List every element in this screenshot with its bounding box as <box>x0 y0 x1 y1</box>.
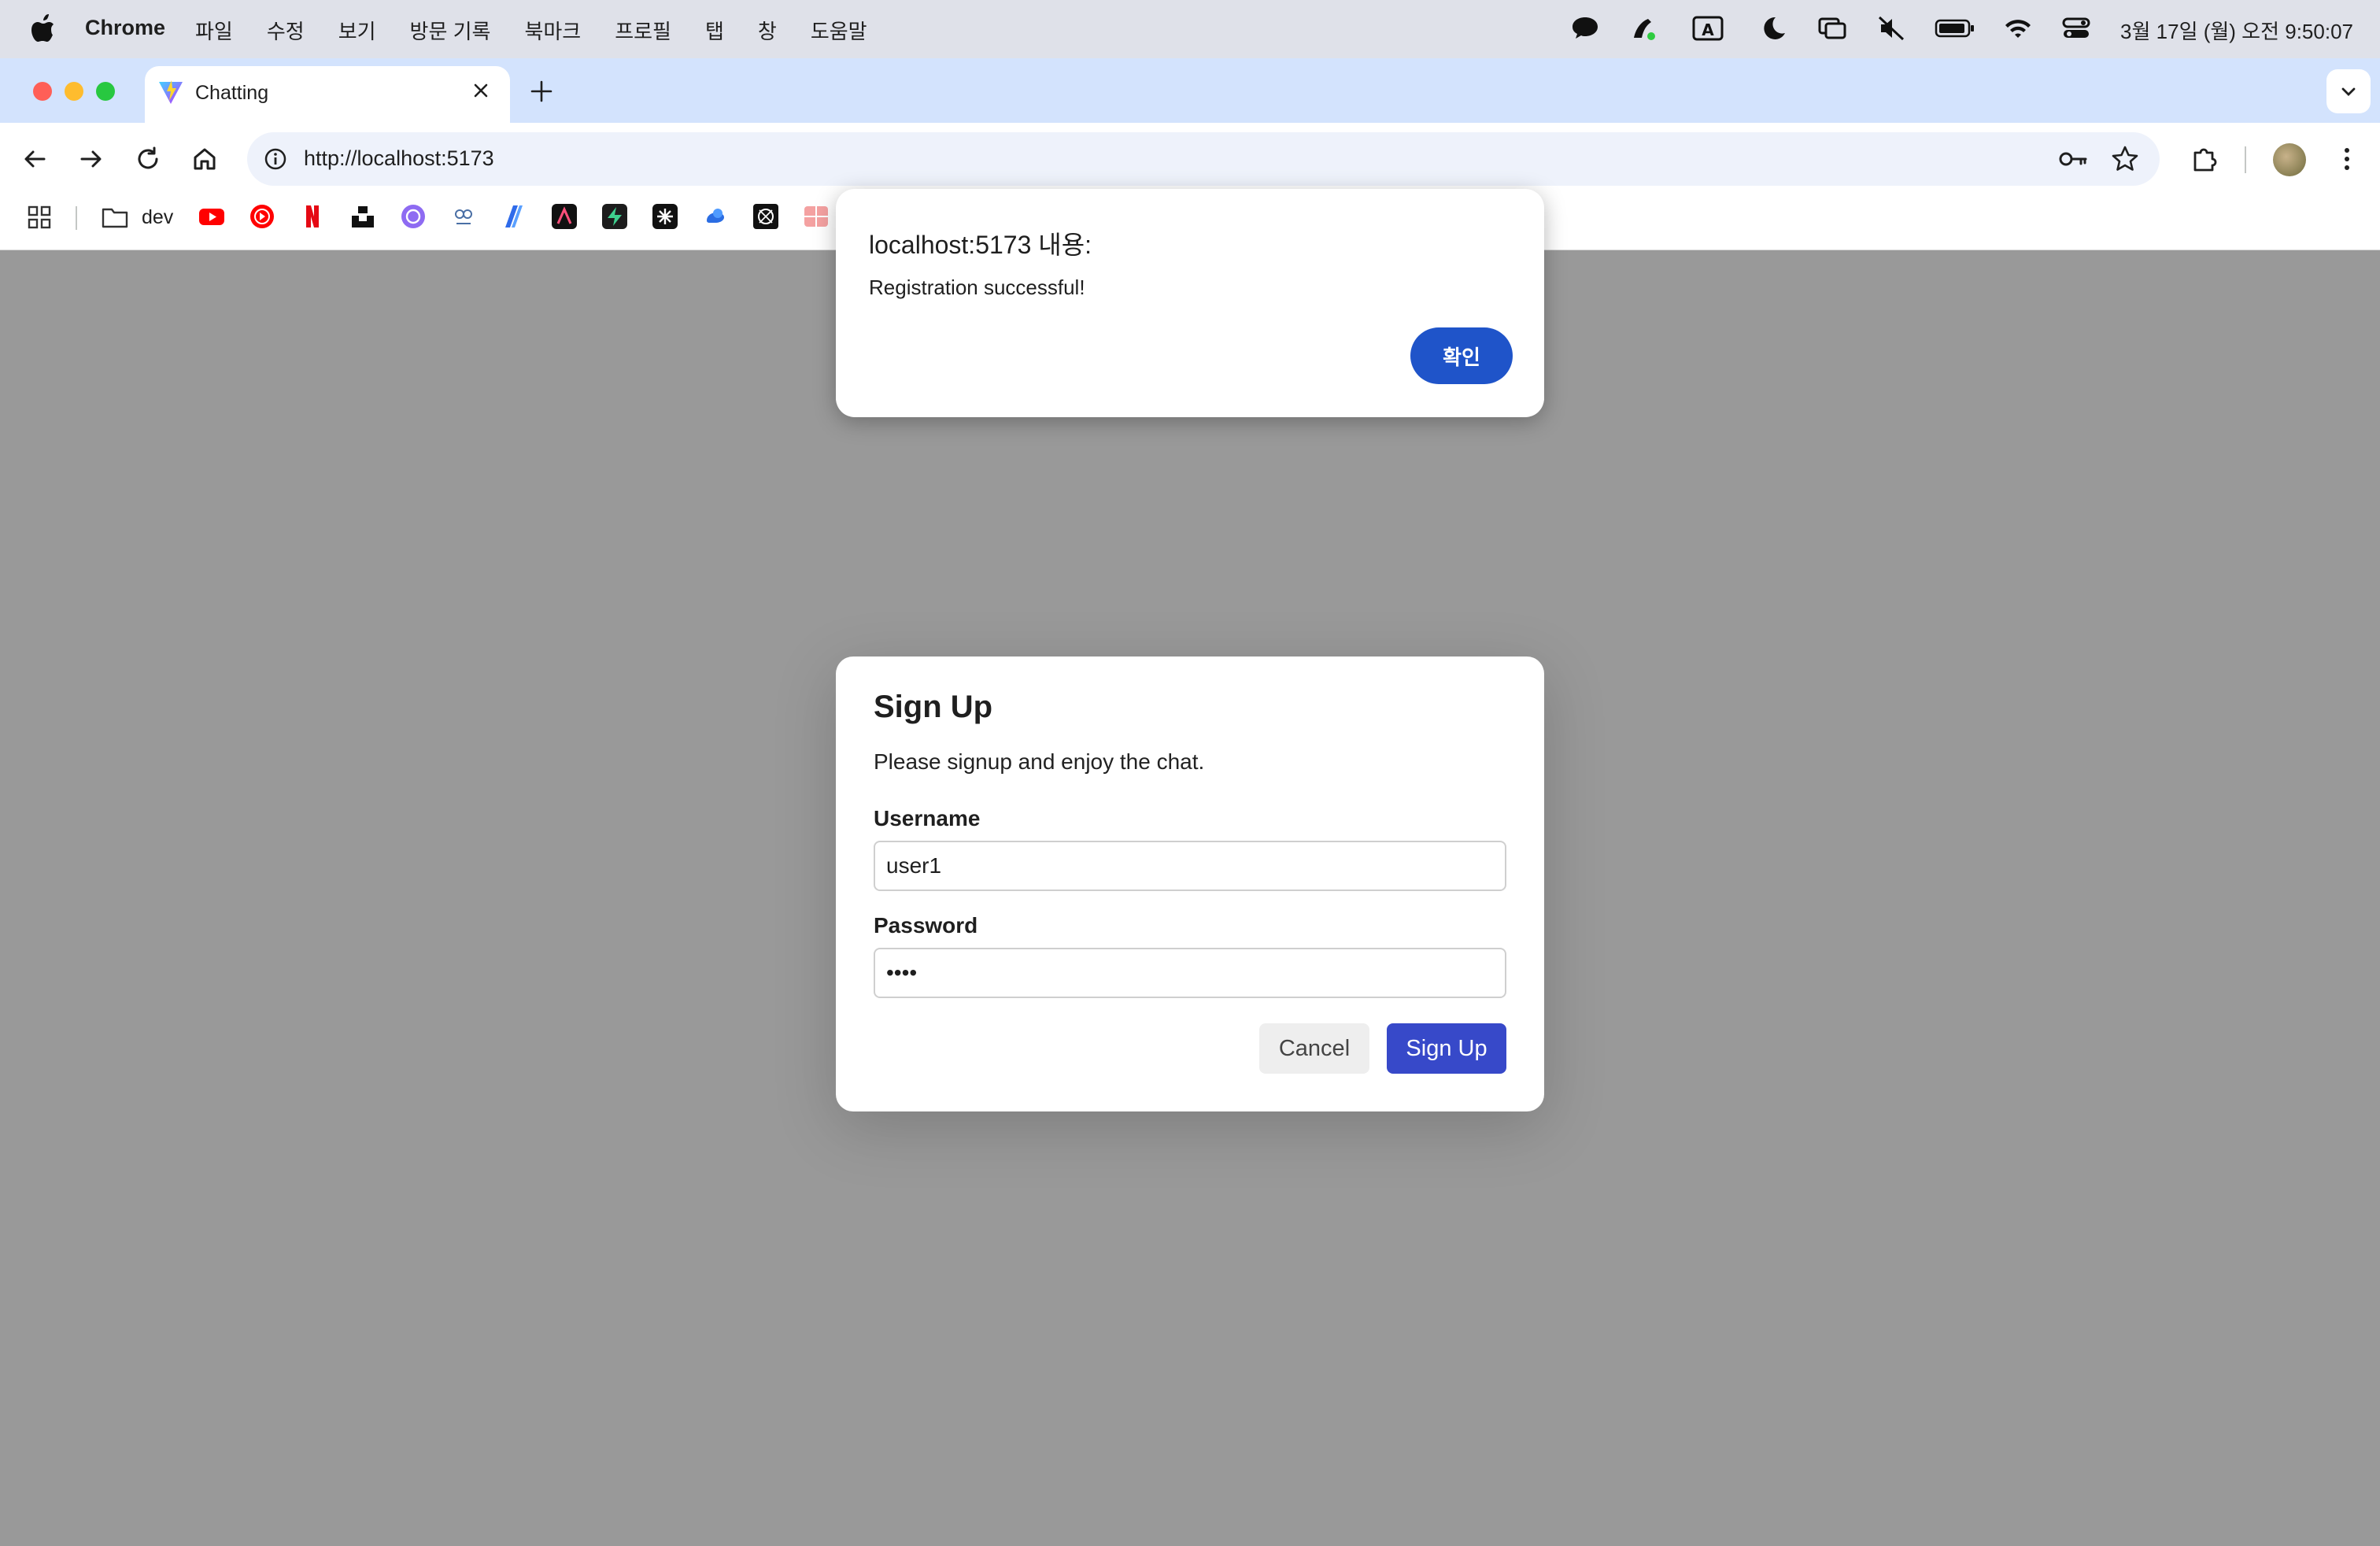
password-key-icon[interactable] <box>2057 145 2089 173</box>
grid-icon[interactable] <box>803 203 830 230</box>
cancel-button[interactable]: Cancel <box>1259 1023 1369 1074</box>
menu-bookmarks[interactable]: 북마크 <box>524 16 581 45</box>
chatgpt-icon[interactable] <box>400 203 427 230</box>
window-close-button[interactable] <box>33 82 52 101</box>
menu-edit[interactable]: 수정 <box>267 16 305 45</box>
window-minimize-button[interactable] <box>65 82 83 101</box>
profile-avatar[interactable] <box>2273 143 2306 176</box>
password-input[interactable] <box>874 948 1506 998</box>
app-menu-chrome[interactable]: Chrome <box>85 16 165 40</box>
username-input[interactable] <box>874 841 1506 891</box>
home-icon[interactable] <box>189 143 220 175</box>
signup-title: Sign Up <box>874 690 993 724</box>
arc-icon[interactable] <box>551 203 578 230</box>
folder-icon[interactable] <box>101 205 129 230</box>
tab-chatting[interactable]: Chatting <box>145 66 510 123</box>
more-menu-icon[interactable] <box>2331 143 2363 175</box>
signup-submit-button[interactable]: Sign Up <box>1387 1023 1506 1074</box>
mute-icon[interactable] <box>1876 14 1908 43</box>
input-source-icon[interactable]: A <box>1692 14 1724 43</box>
alert-title: localhost:5173 내용: <box>869 231 1092 259</box>
youtube-icon[interactable] <box>198 203 225 230</box>
control-center-icon[interactable] <box>2060 14 2092 43</box>
wifi-icon[interactable] <box>2002 14 2034 43</box>
macos-menu-bar: Chrome 파일 수정 보기 방문 기록 북마크 프로필 탭 창 도움말 A … <box>0 0 2380 58</box>
bookmark-folder-dev[interactable]: dev <box>142 206 173 229</box>
back-arrow-icon[interactable] <box>19 143 50 175</box>
youtube-music-icon[interactable] <box>249 203 275 230</box>
menu-list: 파일 수정 보기 방문 기록 북마크 프로필 탭 창 도움말 <box>195 16 901 45</box>
supabase-icon[interactable] <box>601 203 628 230</box>
menu-file[interactable]: 파일 <box>195 16 233 45</box>
screen-mirroring-icon[interactable] <box>1816 14 1848 43</box>
netflix-icon[interactable] <box>299 203 326 230</box>
menu-bar-clock[interactable]: 3월 17일 (월) 오전 9:50:07 <box>2120 16 2353 45</box>
alert-message: Registration successful! <box>869 276 1085 299</box>
reload-icon[interactable] <box>132 143 164 175</box>
owl-icon[interactable] <box>450 203 477 230</box>
bookmarks-divider <box>76 206 77 230</box>
menu-history[interactable]: 방문 기록 <box>410 16 491 45</box>
password-label: Password <box>874 913 978 938</box>
tab-close-icon[interactable] <box>469 79 493 102</box>
svg-text:A: A <box>1702 20 1714 39</box>
pen-icon[interactable] <box>1628 14 1659 43</box>
alert-dialog: localhost:5173 내용: Registration successf… <box>836 189 1544 417</box>
vite-icon <box>159 80 183 104</box>
toolbar-divider <box>2245 146 2246 173</box>
new-tab-icon[interactable] <box>527 77 556 105</box>
username-label: Username <box>874 806 981 830</box>
site-info-icon[interactable] <box>263 146 288 172</box>
menu-help[interactable]: 도움말 <box>811 16 867 45</box>
messages-icon[interactable] <box>1569 14 1601 43</box>
signup-description: Please signup and enjoy the chat. <box>874 749 1205 774</box>
battery-icon[interactable] <box>1935 14 1975 43</box>
chevron-down-icon <box>2341 87 2356 96</box>
unsplash-icon[interactable] <box>349 203 376 230</box>
tab-search-button[interactable] <box>2326 69 2371 113</box>
signup-dialog: Sign Up Please signup and enjoy the chat… <box>836 656 1544 1111</box>
extensions-puzzle-icon[interactable] <box>2188 143 2219 175</box>
apple-icon[interactable] <box>30 13 57 44</box>
forward-arrow-icon[interactable] <box>76 143 107 175</box>
address-bar[interactable]: http://localhost:5173 <box>247 132 2160 186</box>
gemini-icon[interactable] <box>702 203 729 230</box>
menu-view[interactable]: 보기 <box>338 16 376 45</box>
apps-grid-icon[interactable] <box>27 205 52 230</box>
perplexity-icon[interactable] <box>652 203 678 230</box>
focus-moon-icon[interactable] <box>1758 14 1790 43</box>
alert-ok-button[interactable]: 확인 <box>1410 327 1513 384</box>
copilot-icon[interactable] <box>501 203 527 230</box>
window-zoom-button[interactable] <box>96 82 115 101</box>
url-text[interactable]: http://localhost:5173 <box>304 146 494 171</box>
menu-tab[interactable]: 탭 <box>705 16 724 45</box>
menu-window[interactable]: 창 <box>758 16 777 45</box>
claude-icon[interactable] <box>752 203 779 230</box>
bookmark-star-icon[interactable] <box>2109 143 2141 175</box>
menu-profiles[interactable]: 프로필 <box>615 16 671 45</box>
tab-title: Chatting <box>195 82 269 104</box>
